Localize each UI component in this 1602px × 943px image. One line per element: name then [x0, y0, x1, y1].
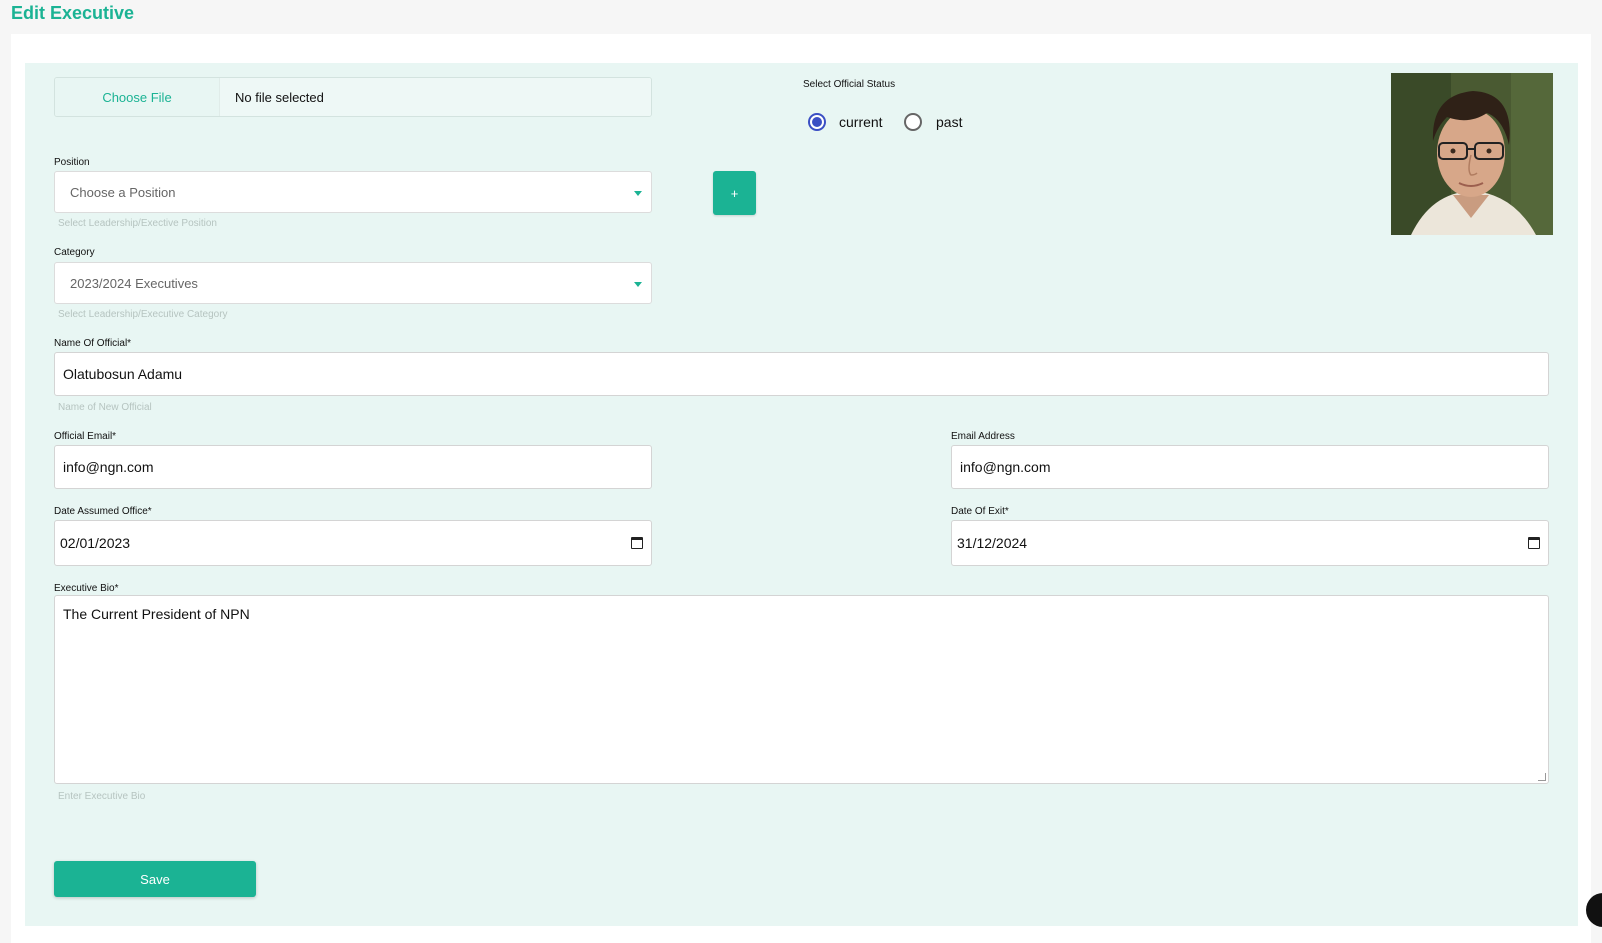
choose-file-button[interactable]: Choose File — [55, 78, 220, 116]
date-assumed-label: Date Assumed Office* — [54, 506, 152, 517]
official-photo — [1391, 73, 1553, 235]
save-button[interactable]: Save — [54, 861, 256, 897]
dropdown-caret-icon — [634, 191, 642, 196]
file-status-text: No file selected — [220, 78, 651, 116]
add-position-button[interactable]: + — [713, 171, 756, 215]
dropdown-caret-icon — [634, 282, 642, 287]
radio-past[interactable] — [904, 113, 922, 131]
category-label: Category — [54, 247, 95, 258]
portrait-image — [1391, 73, 1553, 235]
email-address-input[interactable]: info@ngn.com — [951, 445, 1549, 489]
position-label: Position — [54, 157, 90, 168]
position-select[interactable]: Choose a Position — [54, 171, 652, 213]
position-select-value[interactable]: Choose a Position — [54, 171, 652, 213]
calendar-icon[interactable] — [631, 537, 643, 549]
category-select-value[interactable]: 2023/2024 Executives — [54, 262, 652, 304]
category-hint: Select Leadership/Executive Category — [58, 309, 228, 320]
category-select[interactable]: 2023/2024 Executives — [54, 262, 652, 304]
radio-current[interactable] — [808, 113, 826, 131]
name-label: Name Of Official* — [54, 338, 132, 349]
radio-past-label[interactable]: past — [936, 114, 962, 130]
official-email-label: Official Email* — [54, 431, 117, 442]
calendar-icon[interactable] — [1528, 537, 1540, 549]
resize-handle-icon[interactable] — [1538, 773, 1546, 781]
date-exit-input[interactable]: 31/12/2024 — [951, 520, 1549, 566]
date-exit-label: Date Of Exit* — [951, 506, 1009, 517]
photo-file-input[interactable]: Choose File No file selected — [54, 77, 652, 117]
bio-value: The Current President of NPN — [63, 606, 250, 622]
page-title: Edit Executive — [11, 3, 135, 23]
bio-hint: Enter Executive Bio — [58, 791, 146, 802]
date-exit-value: 31/12/2024 — [957, 535, 1028, 551]
status-label: Select Official Status — [803, 79, 896, 90]
email-address-label: Email Address — [951, 431, 1015, 442]
name-hint: Name of New Official — [58, 402, 152, 413]
radio-current-label[interactable]: current — [839, 114, 883, 130]
position-hint: Select Leadership/Exective Position — [58, 218, 217, 229]
bio-textarea[interactable]: The Current President of NPN — [54, 595, 1549, 784]
date-assumed-input[interactable]: 02/01/2023 — [54, 520, 652, 566]
radio-selected-dot — [812, 117, 822, 127]
bio-label: Executive Bio* — [54, 583, 119, 594]
date-assumed-value: 02/01/2023 — [60, 535, 131, 551]
name-input[interactable]: Olatubosun Adamu — [54, 352, 1549, 396]
official-email-input[interactable]: info@ngn.com — [54, 445, 652, 489]
